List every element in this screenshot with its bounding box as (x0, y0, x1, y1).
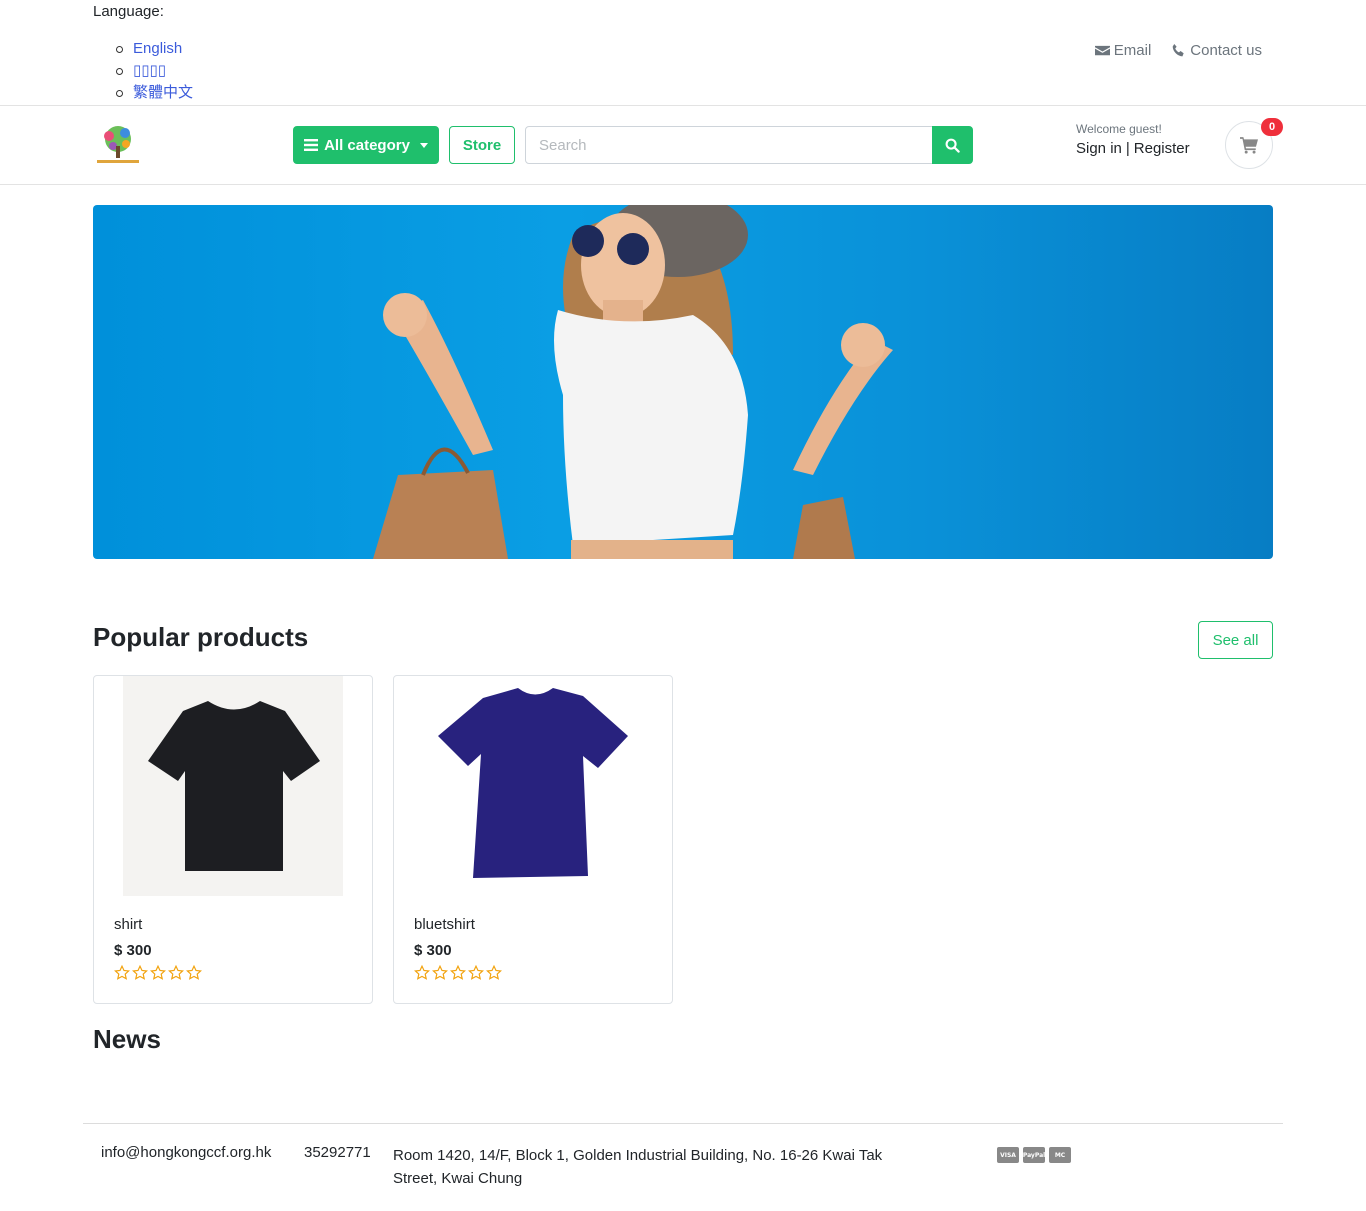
star-empty-icon (468, 965, 484, 980)
tshirt-blue-image (438, 688, 628, 878)
hero-banner[interactable] (93, 205, 1273, 559)
email-link[interactable]: Email (1094, 42, 1152, 59)
language-item-simplified: ▯▯▯▯ (115, 60, 193, 82)
phone-icon (1172, 43, 1184, 57)
footer-phone: 35292771 (304, 1144, 371, 1161)
top-bar: Language: English ▯▯▯▯ 繁體中文 Email Contac… (0, 0, 1366, 106)
visa-icon: VISA (997, 1147, 1019, 1163)
see-all-button[interactable]: See all (1198, 621, 1273, 659)
footer: info@hongkongccf.org.hk 35292771 Room 14… (101, 1144, 883, 1190)
welcome-text: Welcome guest! (1076, 122, 1162, 136)
all-category-label: All category (324, 136, 410, 154)
star-empty-icon (186, 965, 202, 980)
email-link-label: Email (1113, 42, 1152, 59)
banner-shopper-image (373, 205, 893, 559)
star-empty-icon (450, 965, 466, 980)
all-category-button[interactable]: All category (293, 126, 439, 164)
star-empty-icon (414, 965, 430, 980)
star-empty-icon (432, 965, 448, 980)
star-empty-icon (168, 965, 184, 980)
envelope-icon (1094, 45, 1110, 56)
language-item-english: English (115, 38, 193, 60)
product-price: $ 300 (414, 942, 452, 959)
language-item-traditional: 繁體中文 (115, 82, 193, 104)
footer-email[interactable]: info@hongkongccf.org.hk (101, 1144, 304, 1190)
language-list: English ▯▯▯▯ 繁體中文 (115, 38, 193, 104)
language-link-simplified[interactable]: ▯▯▯▯ (133, 62, 166, 79)
product-name[interactable]: shirt (114, 916, 142, 933)
register-link[interactable]: Register (1134, 140, 1190, 157)
product-image[interactable] (423, 676, 643, 896)
store-button[interactable]: Store (449, 126, 515, 164)
contact-link[interactable]: Contact us (1171, 42, 1262, 59)
sign-in-link[interactable]: Sign in (1076, 140, 1122, 157)
caret-down-icon (419, 142, 428, 148)
footer-divider (83, 1123, 1283, 1124)
star-empty-icon (486, 965, 502, 980)
footer-address: Room 1420, 14/F, Block 1, Golden Industr… (393, 1147, 883, 1187)
language-link-english[interactable]: English (133, 40, 182, 57)
search-icon (945, 138, 960, 153)
header: All category Store Welcome guest! Sign i… (0, 106, 1366, 185)
tshirt-black-image (148, 701, 320, 871)
product-name[interactable]: bluetshirt (414, 916, 475, 933)
site-logo[interactable] (95, 124, 141, 166)
cart-count-badge: 0 (1261, 118, 1283, 136)
product-rating (114, 965, 202, 981)
paypal-icon: PayPal (1023, 1147, 1045, 1163)
top-contacts: Email Contact us (1094, 42, 1262, 59)
star-empty-icon (114, 965, 130, 980)
auth-links: Sign in | Register (1076, 140, 1190, 157)
contact-link-label: Contact us (1190, 42, 1262, 59)
language-label: Language: (93, 3, 164, 20)
cart-icon (1240, 137, 1258, 154)
product-price: $ 300 (114, 942, 152, 959)
product-card[interactable]: shirt $ 300 (93, 675, 373, 1004)
language-link-traditional[interactable]: 繁體中文 (133, 84, 193, 101)
product-image[interactable] (123, 676, 343, 896)
popular-products-title: Popular products (93, 622, 309, 652)
tree-logo-icon (97, 126, 139, 163)
mastercard-icon: MC (1049, 1147, 1071, 1163)
auth-separator: | (1125, 140, 1130, 157)
payment-methods: VISA PayPal MC (997, 1147, 1071, 1163)
product-card[interactable]: bluetshirt $ 300 (393, 675, 673, 1004)
search-button[interactable] (932, 126, 973, 164)
menu-icon (304, 139, 319, 151)
product-rating (414, 965, 502, 981)
news-title: News (93, 1024, 161, 1054)
search-input[interactable] (525, 126, 933, 164)
star-empty-icon (150, 965, 166, 980)
star-empty-icon (132, 965, 148, 980)
